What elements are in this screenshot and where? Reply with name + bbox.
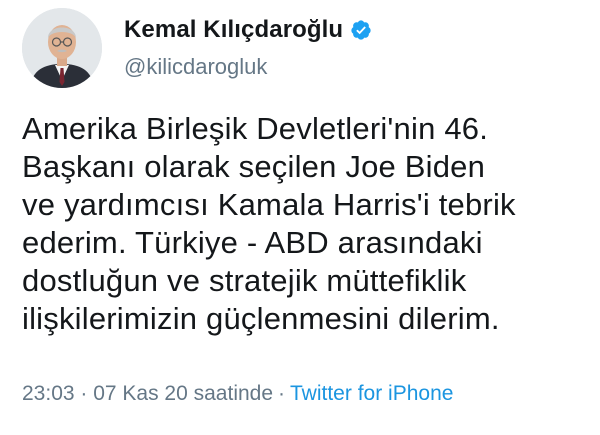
meta-separator: ·: [278, 382, 286, 405]
author-handle[interactable]: @kilicdarogluk: [124, 54, 372, 80]
author-display-name[interactable]: Kemal Kılıçdaroğlu: [124, 16, 343, 44]
tweet-text-line: dostluğun ve stratejik müttefiklik: [22, 263, 467, 298]
tweet-text-line: Başkanı olarak seçilen Joe Biden: [22, 149, 486, 184]
tweet-text-line: Amerika Birleşik Devletleri'nin 46.: [22, 111, 489, 146]
avatar[interactable]: [22, 8, 102, 88]
tweet-text-line: ilişkilerimizin güçlenmesini dilerim.: [22, 301, 500, 336]
tweet-text-line: ederim. Türkiye - ABD arasındaki: [22, 225, 483, 260]
tweet-header: Kemal Kılıçdaroğlu @kilicdarogluk: [22, 6, 372, 90]
tweet-text: Amerika Birleşik Devletleri'nin 46. Başk…: [22, 110, 592, 338]
author-names: Kemal Kılıçdaroğlu @kilicdarogluk: [124, 16, 372, 80]
profile-photo-icon: [22, 8, 102, 88]
tweet-timestamp[interactable]: 23:03 · 07 Kas 20 saatinde: [22, 382, 273, 405]
tweet-text-line: ve yardımcısı Kamala Harris'i tebrik: [22, 187, 516, 222]
verified-badge-icon: [350, 19, 372, 41]
name-row: Kemal Kılıçdaroğlu: [124, 16, 372, 44]
tweet-meta: 23:03 · 07 Kas 20 saatinde · Twitter for i…: [22, 382, 453, 406]
tweet-source-link[interactable]: Twitter for iPhone: [290, 382, 453, 405]
tweet-card: Kemal Kılıçdaroğlu @kilicdarogluk Amerik…: [0, 0, 600, 435]
